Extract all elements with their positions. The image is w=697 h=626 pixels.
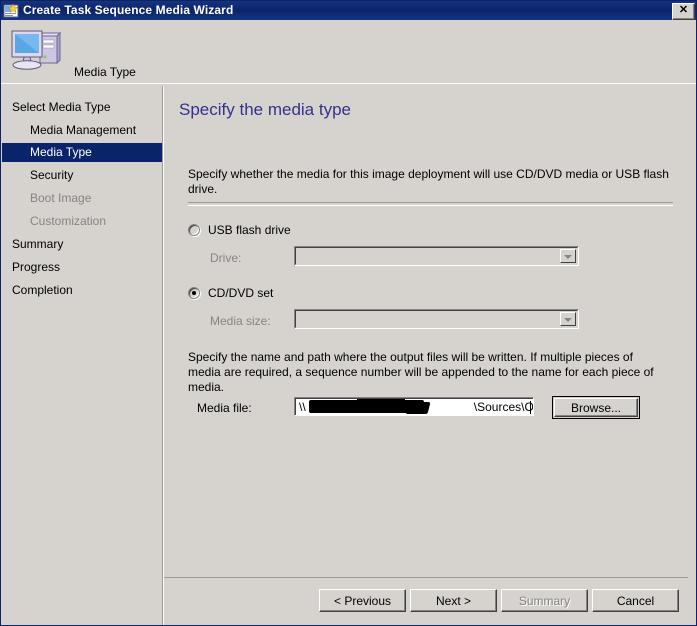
redaction-overlay (309, 399, 424, 413)
sidebar-item-label: Summary (12, 237, 64, 251)
next-button-label: Next > (435, 593, 471, 608)
drive-select-face (295, 247, 578, 265)
page-title: Specify the media type (179, 100, 351, 119)
radio-usb-indicator (188, 224, 200, 236)
media-size-select (294, 309, 579, 329)
radio-cd-dvd-set[interactable]: CD/DVD set (188, 286, 273, 300)
wizard-content: Specify the media type Specify whether t… (164, 86, 696, 573)
wizard-sidebar: Select Media Type Media Management Media… (2, 86, 162, 625)
sidebar-item-completion[interactable]: Completion (2, 281, 162, 300)
sidebar-item-media-type[interactable]: Media Type (2, 143, 162, 162)
sidebar-item-label: Select Media Type (12, 100, 111, 114)
text-caret (530, 401, 531, 414)
chevron-down-icon (560, 312, 576, 326)
sidebar-item-summary[interactable]: Summary (2, 235, 162, 254)
close-glyph: ✕ (678, 4, 689, 16)
cancel-button[interactable]: Cancel (592, 589, 679, 612)
sidebar-item-label: Progress (12, 260, 61, 274)
drive-select (294, 246, 579, 266)
browse-button-label: Browse... (570, 400, 621, 415)
sidebar-item-label: Media Type (30, 145, 92, 159)
next-button[interactable]: Next > (410, 589, 497, 612)
sidebar-item-security[interactable]: Security (2, 166, 162, 185)
sidebar-item-select-media-type[interactable]: Select Media Type (2, 98, 162, 117)
wizard-footer: < Previous Next > Summary Cancel (164, 579, 696, 625)
sidebar-item-label: Security (30, 168, 74, 182)
sidebar-item-label: Boot Image (30, 191, 92, 205)
browse-button[interactable]: Browse... (552, 396, 640, 419)
computer-icon (9, 26, 63, 76)
window-title: Create Task Sequence Media Wizard (23, 3, 234, 17)
previous-button[interactable]: < Previous (319, 589, 406, 612)
title-bar: Create Task Sequence Media Wizard ✕ (1, 1, 696, 20)
wizard-app-icon (3, 2, 19, 19)
media-file-suffix: \Sources\OSD\boot_image (473, 400, 533, 414)
sidebar-item-label: Completion (12, 283, 73, 297)
chevron-down-icon (560, 249, 576, 263)
wizard-header: Media Type (2, 21, 696, 83)
sidebar-item-customization: Customization (2, 212, 162, 231)
header-title: Media Type (74, 65, 136, 79)
sidebar-item-boot-image: Boot Image (2, 189, 162, 208)
radio-usb-flash-drive[interactable]: USB flash drive (188, 223, 291, 237)
media-size-select-face (295, 310, 578, 328)
media-file-prefix: \\ (299, 400, 306, 414)
media-file-input-face: \\XXXXXXXXXXXXXXXXXXXXX\Sources\OSD\boot… (295, 398, 533, 415)
content-divider (188, 202, 673, 206)
summary-button-label: Summary (518, 593, 571, 608)
media-file-label: Media file: (197, 401, 252, 415)
radio-cd-label: CD/DVD set (208, 286, 274, 300)
sidebar-item-label: Media Management (30, 123, 137, 137)
sidebar-item-progress[interactable]: Progress (2, 258, 162, 277)
radio-usb-label: USB flash drive (208, 223, 291, 237)
page-description: Specify whether the media for this image… (188, 167, 669, 196)
media-size-label: Media size: (210, 314, 271, 328)
radio-cd-indicator (188, 287, 200, 299)
browse-button-face: Browse... (554, 398, 638, 417)
previous-button-label: < Previous (333, 593, 392, 608)
sidebar-item-label: Customization (30, 214, 107, 228)
wizard-window: Create Task Sequence Media Wizard ✕ Medi… (0, 0, 697, 626)
close-icon[interactable]: ✕ (672, 3, 695, 20)
sidebar-item-media-management[interactable]: Media Management (2, 121, 162, 140)
media-file-input[interactable]: \\XXXXXXXXXXXXXXXXXXXXX\Sources\OSD\boot… (294, 397, 534, 416)
summary-button: Summary (501, 589, 588, 612)
cancel-button-label: Cancel (616, 593, 655, 608)
drive-label: Drive: (210, 251, 242, 265)
path-description: Specify the name and path where the outp… (188, 350, 654, 394)
